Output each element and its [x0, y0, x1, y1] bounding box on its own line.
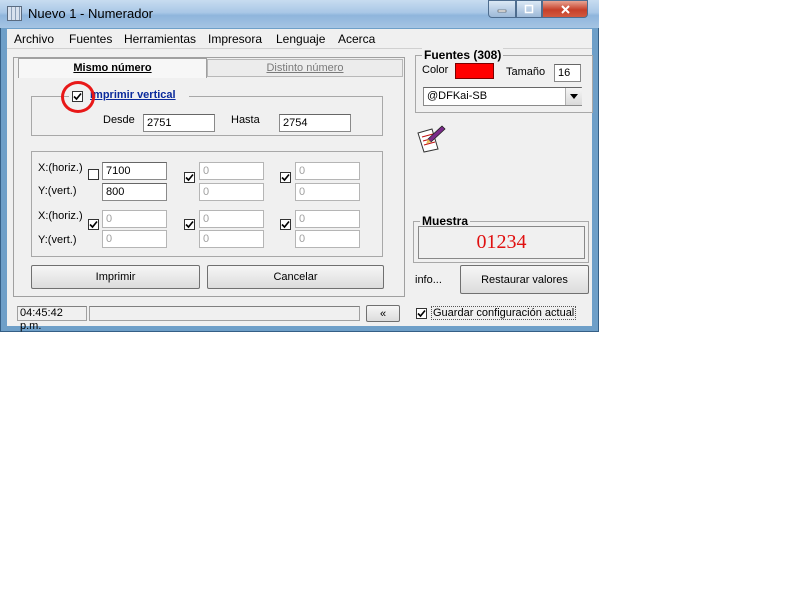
color-swatch[interactable] [455, 63, 494, 79]
color-label: Color [422, 64, 449, 76]
signature-icon[interactable] [414, 123, 446, 153]
x-input-r2c1[interactable]: 0 [102, 210, 167, 228]
maximize-button[interactable] [516, 0, 542, 18]
close-icon [560, 4, 570, 14]
menu-lenguaje[interactable]: Lenguaje [276, 32, 325, 46]
font-select[interactable]: @DFKai-SB [423, 87, 582, 106]
collapse-button[interactable]: « [366, 305, 400, 322]
app-icon[interactable] [7, 6, 22, 21]
hasta-label: Hasta [231, 114, 260, 126]
x-label-row1: X:(horiz.) [38, 162, 83, 174]
status-message [89, 306, 360, 321]
menu-fuentes[interactable]: Fuentes [69, 32, 112, 46]
x-input-r2c3[interactable]: 0 [295, 210, 360, 228]
collapse-button-label: « [379, 307, 387, 320]
fonts-group-title: Fuentes (308) [422, 48, 504, 62]
x-input-r1c2[interactable]: 0 [199, 162, 264, 180]
coord-checkbox-r1c1[interactable] [88, 169, 99, 180]
y-input-r1c2[interactable]: 0 [199, 183, 264, 201]
print-button[interactable]: Imprimir [31, 265, 200, 289]
font-select-dropdown[interactable] [565, 88, 582, 105]
coord-checkbox-r2c2[interactable] [184, 219, 195, 230]
y-input-r1c3[interactable]: 0 [295, 183, 360, 201]
save-config-label[interactable]: Guardar configuración actual [431, 306, 577, 320]
vertical-checkbox-label[interactable]: imprimir vertical [90, 89, 176, 101]
y-label-row1: Y:(vert.) [38, 185, 77, 197]
x-label-row2: X:(horiz.) [38, 210, 83, 222]
y-input-r1c1[interactable]: 800 [102, 183, 167, 201]
check-icon [185, 220, 194, 229]
coord-checkbox-r1c3[interactable] [280, 172, 291, 183]
desde-input[interactable]: 2751 [143, 114, 215, 132]
hasta-input[interactable]: 2754 [279, 114, 351, 132]
check-icon [417, 309, 426, 318]
menu-divider [7, 48, 592, 49]
chevron-down-icon [570, 94, 578, 99]
highlight-circle-annotation [61, 81, 95, 113]
print-button-label: Imprimir [95, 271, 136, 283]
size-input[interactable]: 16 [554, 64, 581, 82]
tab-mismo-numero[interactable]: Mismo número [18, 58, 207, 78]
minimize-button[interactable] [488, 0, 516, 18]
menu-herramientas[interactable]: Herramientas [124, 32, 196, 46]
signature-icon-graphic [417, 125, 446, 153]
y-input-r2c1[interactable]: 0 [102, 230, 167, 248]
menu-impresora[interactable]: Impresora [208, 32, 262, 46]
info-link[interactable]: info... [415, 274, 442, 286]
maximize-icon [524, 4, 534, 14]
y-label-row2: Y:(vert.) [38, 234, 77, 246]
check-icon [89, 220, 98, 229]
coord-checkbox-r2c1[interactable] [88, 219, 99, 230]
coord-checkbox-r1c2[interactable] [184, 172, 195, 183]
minimize-icon [497, 9, 507, 13]
y-input-r2c3[interactable]: 0 [295, 230, 360, 248]
check-icon [185, 173, 194, 182]
restore-button[interactable]: Restaurar valores [460, 265, 589, 294]
check-icon [281, 220, 290, 229]
restore-button-label: Restaurar valores [481, 273, 568, 286]
x-input-r1c1[interactable]: 7100 [102, 162, 167, 180]
size-label: Tamaño [506, 66, 546, 78]
x-input-r1c3[interactable]: 0 [295, 162, 360, 180]
close-button[interactable] [542, 0, 588, 18]
cancel-button-label: Cancelar [273, 271, 318, 283]
font-select-value: @DFKai-SB [427, 90, 488, 102]
check-icon [281, 173, 290, 182]
window-title: Nuevo 1 - Numerador [28, 6, 153, 21]
desde-label: Desde [103, 114, 135, 126]
menu-acerca[interactable]: Acerca [338, 32, 375, 46]
menu-archivo[interactable]: Archivo [14, 32, 54, 46]
status-time: 04:45:42 p.m. [17, 306, 87, 332]
cancel-button[interactable]: Cancelar [207, 265, 384, 289]
sample-preview: 01234 [418, 226, 585, 259]
coord-checkbox-r2c3[interactable] [280, 219, 291, 230]
tab-distinto-numero[interactable]: Distinto número [207, 59, 403, 77]
y-input-r2c2[interactable]: 0 [199, 230, 264, 248]
x-input-r2c2[interactable]: 0 [199, 210, 264, 228]
save-config-checkbox[interactable] [416, 308, 427, 319]
